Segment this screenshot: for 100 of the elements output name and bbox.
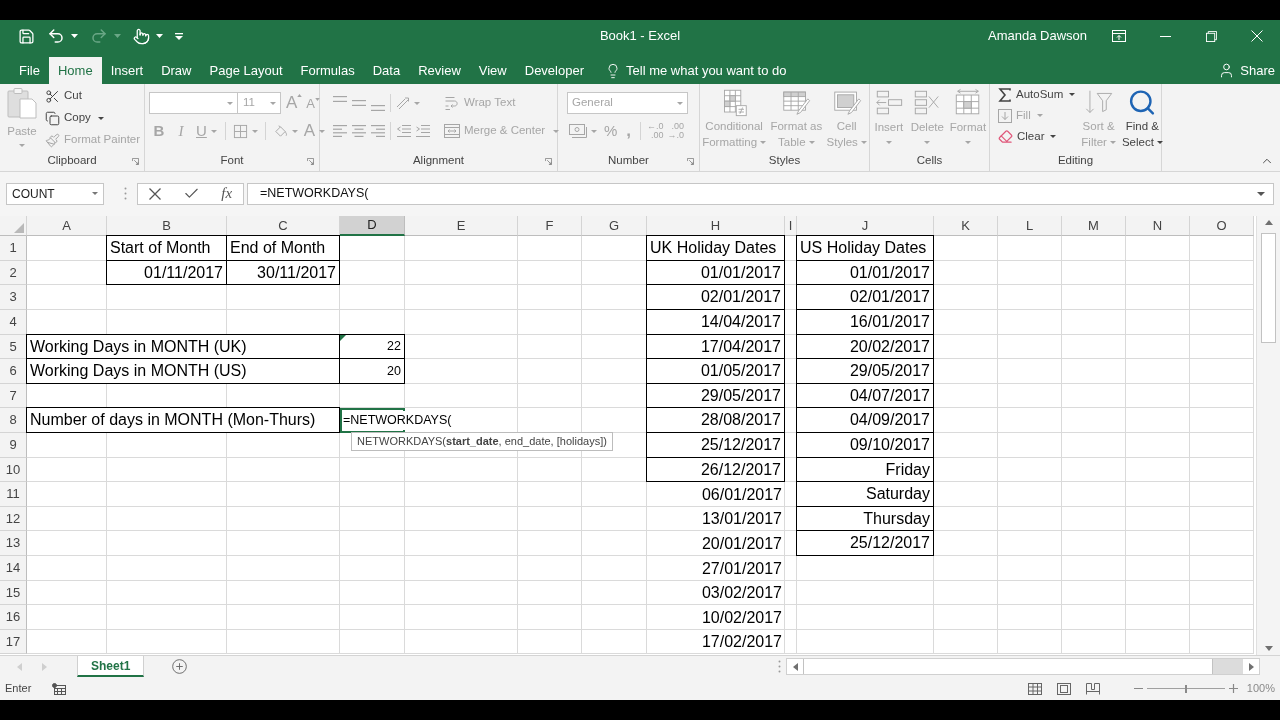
share-button[interactable]: Share xyxy=(1218,57,1275,84)
align-center-icon xyxy=(351,125,366,137)
ribbon-tab[interactable]: Insert xyxy=(101,57,153,84)
scrollbar-thumb[interactable] xyxy=(1261,233,1276,343)
dialog-launcher-icon[interactable] xyxy=(132,157,139,165)
scroll-down-icon xyxy=(1264,646,1273,651)
page-layout-view-button[interactable] xyxy=(1056,682,1071,695)
column-header[interactable]: G xyxy=(582,216,647,236)
row-header[interactable]: 11 xyxy=(0,482,27,507)
table-cell-text: 17/02/2017 xyxy=(700,632,783,652)
table-cell-text: 06/01/2017 xyxy=(700,484,783,505)
cut-button[interactable]: Cut xyxy=(43,85,84,107)
ribbon-tab[interactable]: File xyxy=(10,57,49,84)
ribbon-tab[interactable]: Developer xyxy=(515,57,593,84)
column-header[interactable]: B xyxy=(107,216,227,236)
row-header[interactable]: 9 xyxy=(0,433,27,458)
table-cell: 02/01/2017 xyxy=(646,284,785,310)
row-header[interactable]: 1 xyxy=(0,236,27,261)
table-cell: 20 xyxy=(339,358,405,384)
group-label: Number xyxy=(608,153,649,169)
down-arrow-box-icon xyxy=(998,108,1012,123)
diagonal-arrow-icon xyxy=(396,96,410,110)
table-cell: 16/01/2017 xyxy=(796,309,934,335)
page-break-icon xyxy=(1085,682,1100,695)
scissors-icon xyxy=(45,88,60,104)
autosum-button[interactable]: AutoSum xyxy=(996,84,1078,105)
caret-icon xyxy=(114,34,121,38)
row-header[interactable]: 8 xyxy=(0,408,27,433)
align-middle-icon xyxy=(351,100,366,106)
caret-icon xyxy=(760,140,767,144)
name-box[interactable]: COUNT xyxy=(6,182,104,205)
row-header[interactable]: 4 xyxy=(0,310,27,335)
column-header[interactable]: L xyxy=(998,216,1062,236)
table-cell: 25/12/2017 xyxy=(646,432,785,458)
ribbon-tab[interactable]: Formulas xyxy=(291,57,364,84)
column-header[interactable]: I xyxy=(785,216,797,236)
ribbon-tab[interactable]: Data xyxy=(363,57,410,84)
row-header[interactable]: 6 xyxy=(0,359,27,384)
ribbon-tab[interactable]: Review xyxy=(409,57,470,84)
tell-me-search[interactable]: Tell me what you want to do xyxy=(605,57,787,84)
column-header[interactable]: O xyxy=(1190,216,1254,236)
column-header[interactable]: J xyxy=(797,216,934,236)
next-sheet-button[interactable] xyxy=(42,662,47,671)
ribbon-tab[interactable]: Home xyxy=(48,57,102,84)
zoom-slider-thumb[interactable] xyxy=(1184,684,1187,693)
group-label: Clipboard xyxy=(47,153,97,169)
column-header[interactable]: F xyxy=(518,216,582,236)
scrollbar-thumb[interactable] xyxy=(803,659,1213,674)
column-header[interactable]: D xyxy=(340,216,405,236)
find-select-button[interactable]: Find & Select xyxy=(1119,84,1165,150)
previous-sheet-button[interactable] xyxy=(17,662,22,671)
column-header[interactable]: K xyxy=(934,216,998,236)
cancel-button[interactable] xyxy=(148,187,161,200)
row-header[interactable]: 7 xyxy=(0,384,27,408)
dialog-launcher-icon[interactable] xyxy=(687,157,694,165)
sheet-tab[interactable]: Sheet1 xyxy=(77,656,145,677)
row-header[interactable]: 14 xyxy=(0,556,27,581)
eraser-icon xyxy=(998,129,1013,144)
grip-dots-icon xyxy=(778,660,781,673)
row-header[interactable]: 10 xyxy=(0,458,27,482)
ribbon-tab[interactable]: Page Layout xyxy=(200,57,292,84)
row-header[interactable]: 12 xyxy=(0,507,27,531)
new-sheet-button[interactable] xyxy=(172,659,188,674)
column-header[interactable]: E xyxy=(405,216,518,236)
column-header[interactable]: A xyxy=(27,216,107,236)
zoom-in-button[interactable] xyxy=(1228,684,1238,693)
insert-function-button[interactable]: fx xyxy=(221,182,233,205)
vertical-scrollbar[interactable] xyxy=(1256,216,1280,655)
row-header[interactable]: 17 xyxy=(0,630,27,654)
column-header[interactable]: M xyxy=(1062,216,1126,236)
caret-icon xyxy=(591,129,597,133)
ribbon-tab[interactable]: Draw xyxy=(152,57,201,84)
formula-field[interactable]: =NETWORKDAYS( xyxy=(247,182,1274,205)
copy-button[interactable]: Copy xyxy=(43,107,106,129)
column-header[interactable]: C xyxy=(227,216,340,236)
row-header[interactable]: 16 xyxy=(0,605,27,630)
row-header[interactable]: 15 xyxy=(0,581,27,605)
align-top-icon xyxy=(332,95,347,102)
clear-button[interactable]: Clear xyxy=(996,126,1059,147)
table-cell: 01/01/2017 xyxy=(646,260,785,285)
group-label: Styles xyxy=(768,153,801,169)
page-break-view-button[interactable] xyxy=(1085,682,1100,695)
table-cell-text: 10/02/2017 xyxy=(700,607,783,628)
row-header[interactable]: 3 xyxy=(0,285,27,310)
row-header[interactable]: 5 xyxy=(0,335,27,359)
caret-icon xyxy=(414,101,420,105)
caret-icon xyxy=(227,101,233,105)
horizontal-scrollbar[interactable] xyxy=(786,658,1260,675)
minimize-icon xyxy=(1159,35,1171,37)
column-header[interactable]: H xyxy=(647,216,785,236)
normal-view-button[interactable] xyxy=(1027,682,1042,695)
table-cell: 04/07/2017 xyxy=(796,383,934,408)
caret-icon xyxy=(1156,140,1163,144)
row-header[interactable]: 13 xyxy=(0,531,27,556)
column-header[interactable]: N xyxy=(1126,216,1190,236)
dialog-launcher-icon[interactable] xyxy=(545,157,552,165)
cell-edit-text[interactable]: =NETWORKDAYS( xyxy=(342,411,454,430)
ribbon-tab[interactable]: View xyxy=(469,57,516,84)
dialog-launcher-icon[interactable] xyxy=(307,157,314,165)
row-header[interactable]: 2 xyxy=(0,261,27,285)
